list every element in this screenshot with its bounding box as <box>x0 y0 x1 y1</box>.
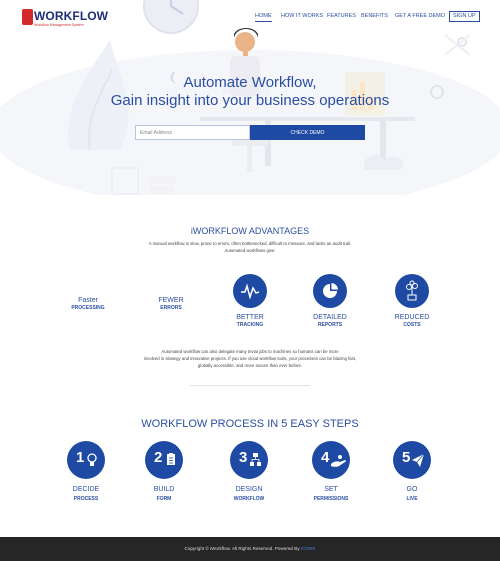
step-3-sub: WORKFLOW <box>233 496 265 502</box>
advantage-sub: ERRORS <box>160 305 182 311</box>
step-2-sub: FORM <box>156 496 172 502</box>
nav-free-demo[interactable]: GET A FREE DEMO <box>395 11 445 21</box>
step-4-sub: PERMISSIONS <box>313 496 349 502</box>
nav-features[interactable]: FEATURES <box>327 11 356 21</box>
section-divider <box>190 385 310 386</box>
advantages-body-line3: globally accessible, and more secure tha… <box>197 363 303 368</box>
advantages-body-line2: involved in strategy and innovative proj… <box>143 356 357 361</box>
advantage-label: DETAILED <box>313 314 347 321</box>
footer-text: Copyright © iWorkflow. All Rights Reserv… <box>184 546 300 551</box>
advantage-label: Faster <box>78 297 98 304</box>
advantages-body-line1: Automated workflow can also delegate man… <box>161 349 339 354</box>
advantage-sub: COSTS <box>403 322 421 328</box>
step-5-circle: 5 <box>393 441 431 479</box>
advantage-sub: TRACKING <box>236 322 264 328</box>
logo-mark-icon <box>22 9 33 25</box>
email-input[interactable] <box>135 125 250 140</box>
footer: Copyright © iWorkflow. All Rights Reserv… <box>0 537 500 561</box>
step-5-sub: LIVE <box>406 496 418 502</box>
check-demo-button[interactable]: CHECK DEMO <box>250 125 365 140</box>
step-3-circle: 3 <box>230 441 268 479</box>
step-5-label: GO <box>406 486 418 493</box>
advantage-reduced: REDUCED COSTS <box>382 314 442 329</box>
hand-permission-icon <box>331 455 346 467</box>
hero-title-line1: Automate Workflow, <box>183 74 317 91</box>
step-1-circle: 1 <box>67 441 105 479</box>
advantage-faster: Faster PROCESSING <box>58 297 118 312</box>
clipboard-icon <box>167 453 175 465</box>
lightbulb-icon <box>87 453 97 466</box>
nav-how-it-works[interactable]: HOW IT WORKS <box>281 11 323 21</box>
step-4-label: SET <box>324 486 338 493</box>
advantage-better: BETTER TRACKING <box>220 314 280 329</box>
logo-title: WORKFLOW <box>34 9 109 23</box>
footer-copyright: Copyright © iWorkflow. All Rights Reserv… <box>0 546 500 551</box>
hero-section: WORKFLOW Workflow Management System HOME… <box>0 0 500 195</box>
advantage-label: FEWER <box>158 297 184 304</box>
step-2-label: BUILD <box>153 486 175 493</box>
nav-home[interactable]: HOME <box>255 11 272 22</box>
nav-sign-up[interactable]: SIGN UP <box>449 11 480 22</box>
hero-title-line2: Gain insight into your business operatio… <box>110 92 390 109</box>
advantage-label: BETTER <box>236 314 264 321</box>
tracking-icon <box>233 274 267 308</box>
step-1-label: DECIDE <box>72 486 100 493</box>
step-2-circle: 2 <box>145 441 183 479</box>
advantage-sub: REPORTS <box>317 322 343 328</box>
sitemap-icon <box>250 453 261 466</box>
brand-logo[interactable]: WORKFLOW Workflow Management System <box>22 8 108 30</box>
advantage-fewer: FEWER ERRORS <box>141 297 201 312</box>
step-4-circle: 4 <box>312 441 350 479</box>
step-1-sub: PROCESS <box>73 496 99 502</box>
paper-plane-icon <box>412 453 425 467</box>
footer-link[interactable]: ICONS <box>301 546 316 551</box>
advantages-desc-line2: Automated workflows give: <box>224 248 276 253</box>
money-plant-icon <box>395 274 429 308</box>
advantages-title: iWORKFLOW ADVANTAGES <box>190 226 310 236</box>
nav-benefits[interactable]: BENEFITS <box>361 11 388 21</box>
step-3-label: DESIGN <box>235 486 263 493</box>
advantages-desc-line1: A manual workflow is slow, prone to erro… <box>148 241 352 246</box>
pie-chart-icon <box>313 274 347 308</box>
advantage-detailed: DETAILED REPORTS <box>300 314 360 329</box>
logo-subtitle: Workflow Management System <box>34 23 84 27</box>
steps-title: WORKFLOW PROCESS IN 5 EASY STEPS <box>141 418 359 430</box>
advantage-label: REDUCED <box>394 314 430 321</box>
advantage-sub: PROCESSING <box>71 305 105 311</box>
